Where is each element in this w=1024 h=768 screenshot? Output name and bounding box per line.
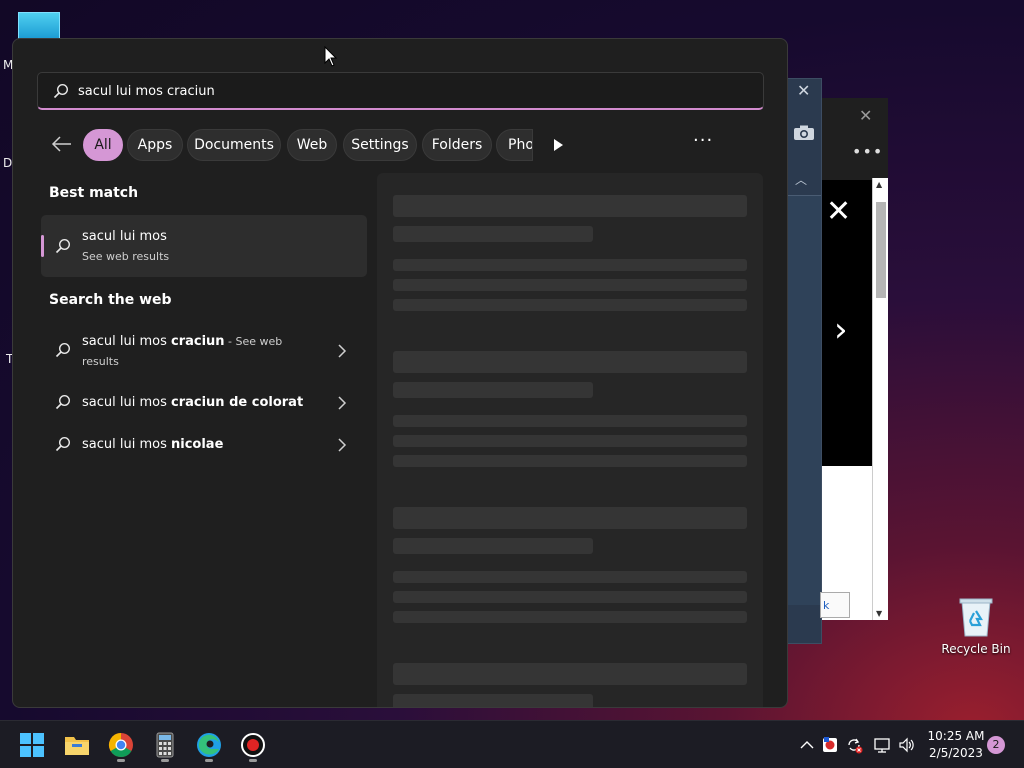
calculator-icon: [156, 732, 174, 758]
chrome-icon: [108, 733, 133, 758]
taskbar-edge[interactable]: [193, 729, 225, 762]
running-indicator: [205, 759, 213, 762]
running-indicator: [161, 759, 169, 762]
more-options-icon[interactable]: ···: [693, 130, 713, 151]
search-panel: All Apps Documents Web Settings Folders …: [12, 38, 788, 708]
scroll-filters-right-icon[interactable]: [551, 137, 565, 153]
close-icon[interactable]: ✕: [859, 106, 872, 125]
web-result-text: sacul lui mos craciun - See web results: [82, 334, 283, 368]
running-indicator: [249, 759, 257, 762]
chevron-right-icon[interactable]: [337, 396, 347, 410]
filter-chip-settings[interactable]: Settings: [343, 129, 417, 161]
filter-chip-folders[interactable]: Folders: [422, 129, 492, 161]
skeleton-bar: [393, 299, 747, 311]
skeleton-bar: [393, 415, 747, 427]
selection-indicator: [41, 235, 44, 257]
best-match-subtitle: See web results: [82, 250, 170, 263]
notification-badge[interactable]: 2: [987, 736, 1005, 754]
taskbar-calculator[interactable]: [149, 729, 181, 762]
search-icon: [55, 394, 71, 410]
record-icon: [241, 733, 265, 757]
chevron-right-icon[interactable]: ›: [834, 310, 848, 350]
taskbar-file-explorer[interactable]: [61, 729, 93, 761]
skeleton-bar: [393, 538, 593, 554]
recycle-bin-icon: [958, 596, 994, 638]
skeleton-bar: [393, 351, 747, 373]
camera-icon[interactable]: [793, 125, 815, 141]
back-arrow-icon[interactable]: [51, 134, 73, 154]
search-icon: [55, 342, 71, 358]
search-icon: [55, 238, 71, 254]
web-result-text: sacul lui mos craciun de colorat: [82, 395, 304, 410]
filter-chip-all[interactable]: All: [83, 129, 123, 161]
chevron-right-icon[interactable]: [337, 438, 347, 452]
chevron-up-icon[interactable]: ︿: [795, 171, 807, 188]
taskbar-chrome[interactable]: [105, 729, 137, 762]
search-box[interactable]: [37, 72, 764, 110]
close-icon[interactable]: ✕: [797, 81, 810, 100]
filter-chip-web[interactable]: Web: [287, 129, 337, 161]
start-button[interactable]: [16, 729, 48, 761]
skeleton-bar: [393, 259, 747, 271]
scrollbar[interactable]: ▲ ▼: [872, 178, 888, 620]
filter-chip-documents[interactable]: Documents: [187, 129, 281, 161]
web-result-item-1[interactable]: sacul lui mos craciun - See web results: [41, 332, 367, 372]
antivirus-tray-icon[interactable]: [821, 735, 839, 755]
close-viewer-icon[interactable]: ✕: [826, 194, 851, 229]
skeleton-bar: [393, 663, 747, 685]
skeleton-bar: [393, 195, 747, 217]
sync-error-icon[interactable]: [845, 735, 863, 755]
clock-date: 2/5/2023: [929, 746, 983, 760]
more-options-icon[interactable]: •••: [852, 142, 883, 161]
windows-logo-icon: [20, 733, 44, 757]
background-window-2[interactable]: ✕ ••• ✕ › k ▲ ▼: [820, 98, 888, 620]
scroll-down-arrow-icon[interactable]: ▼: [876, 609, 882, 618]
filter-chip-apps[interactable]: Apps: [127, 129, 183, 161]
system-clock[interactable]: 10:25 AM 2/5/2023: [926, 728, 986, 762]
best-match-heading: Best match: [49, 185, 139, 201]
running-indicator: [117, 759, 125, 762]
filter-chip-photos[interactable]: Phot: [496, 129, 533, 161]
chevron-right-icon[interactable]: [337, 344, 347, 358]
best-match-title: sacul lui mos: [82, 229, 167, 244]
search-web-heading: Search the web: [49, 292, 172, 308]
best-match-item[interactable]: sacul lui mos See web results: [41, 215, 367, 277]
skeleton-bar: [393, 507, 747, 529]
search-input[interactable]: [78, 79, 738, 103]
preview-pane-loading: [377, 173, 763, 707]
search-icon: [55, 436, 71, 452]
skeleton-bar: [393, 571, 747, 583]
volume-icon[interactable]: [898, 735, 916, 755]
skeleton-bar: [393, 435, 747, 447]
web-result-item-2[interactable]: sacul lui mos craciun de colorat: [41, 393, 367, 413]
folder-icon: [65, 737, 89, 755]
recycle-bin-desktop-icon[interactable]: Recycle Bin: [940, 596, 1012, 656]
skeleton-bar: [393, 591, 747, 603]
network-icon[interactable]: [873, 735, 891, 755]
scrollbar-thumb[interactable]: [876, 202, 886, 298]
skeleton-bar: [393, 694, 593, 707]
clock-time: 10:25 AM: [927, 729, 985, 743]
edge-icon: [197, 733, 221, 757]
scroll-up-arrow-icon[interactable]: ▲: [876, 180, 882, 189]
taskbar: 10:25 AM 2/5/2023 2: [0, 720, 1024, 768]
background-window-panel: [787, 195, 821, 605]
mouse-cursor-icon: [324, 46, 338, 67]
dialog-button[interactable]: k: [820, 592, 850, 618]
taskbar-screen-recorder[interactable]: [237, 729, 269, 762]
filter-bar: All Apps Documents Web Settings Folders …: [37, 128, 767, 162]
skeleton-bar: [393, 455, 747, 467]
skeleton-bar: [393, 382, 593, 398]
search-icon: [53, 83, 69, 99]
skeleton-bar: [393, 226, 593, 242]
skeleton-bar: [393, 611, 747, 623]
recycle-bin-label: Recycle Bin: [941, 642, 1011, 656]
web-result-item-3[interactable]: sacul lui mos nicolae: [41, 435, 367, 455]
background-window-1[interactable]: ✕ ︿: [786, 78, 822, 644]
web-result-text: sacul lui mos nicolae: [82, 437, 224, 452]
show-hidden-icons-chevron-up-icon[interactable]: [799, 735, 815, 755]
skeleton-bar: [393, 279, 747, 291]
